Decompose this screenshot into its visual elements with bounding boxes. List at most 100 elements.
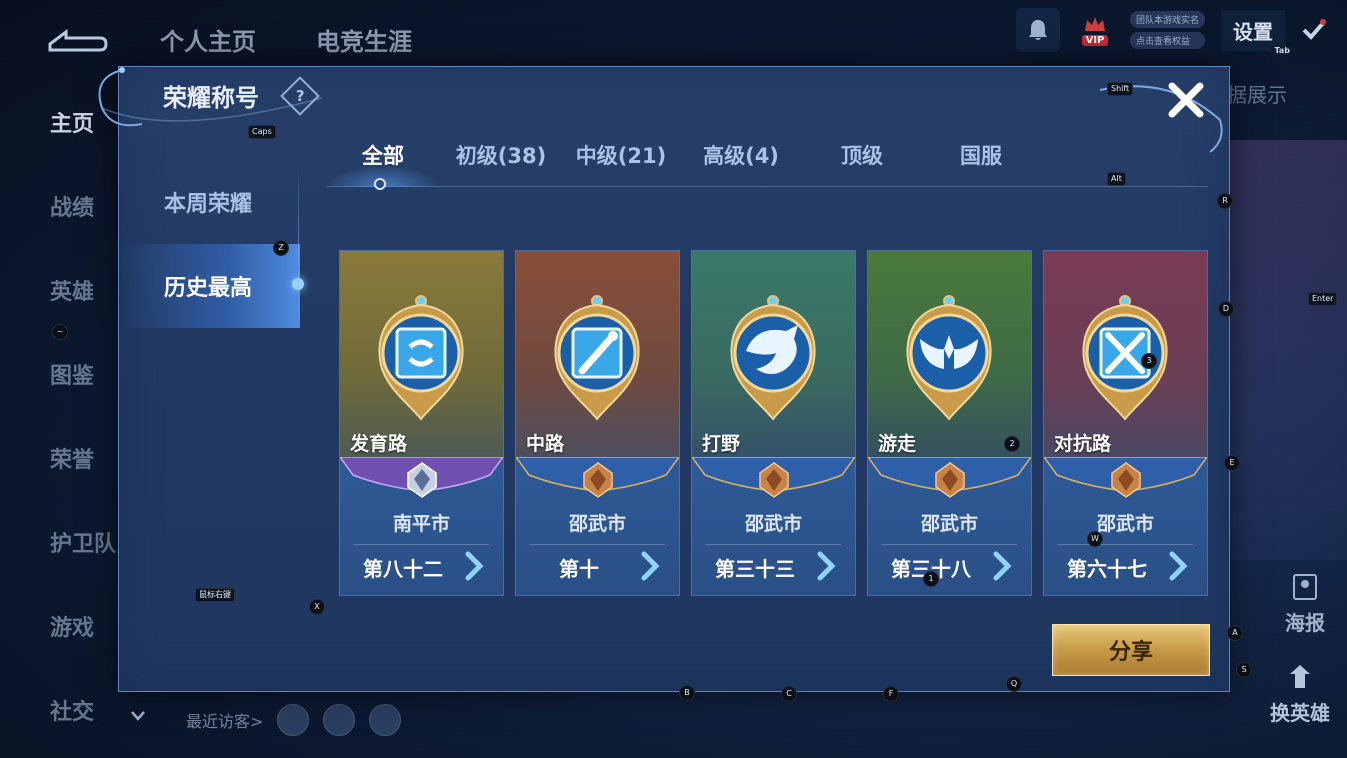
card-rank: 第十 [559,557,599,581]
key-hint-s: S [1236,662,1252,678]
dragon-icon [730,295,816,421]
top-right-toolbar: VIP 团队本游戏实名 点击查看权益 设置 Tab [1015,8,1327,55]
divider [1058,544,1193,545]
share-button[interactable]: 分享 [1052,624,1210,676]
honor-cards: 发育路 南平市 第八十二 中路 邵武市 第十 打野 邵武市 第三十三 游走 邵武… [339,250,1208,596]
key-hint-2: 2 [1004,436,1020,452]
category-history-best[interactable]: 历史最高 [120,244,304,328]
divider [706,544,841,545]
key-hint-a: A [1227,625,1243,641]
key-hint-b: B [679,685,695,701]
visitor-avatar[interactable] [369,704,402,736]
tab-label: 全部 [362,144,404,168]
switch-hero-label: 换英雄 [1270,701,1330,725]
tab-advanced[interactable]: 高级(4) [680,140,802,186]
card-city: 邵武市 [744,513,802,535]
key-hint-w: W [1087,531,1103,547]
recent-visitors-link[interactable]: 最近访客> [186,708,263,732]
tab-top[interactable]: 顶级 [802,140,922,186]
key-hint-r: R [1217,193,1233,209]
poster-icon [1293,574,1317,600]
ribbon-blue [692,457,855,498]
key-hint-q: Q [1006,676,1022,692]
bell-icon [1028,20,1047,40]
back-arrow-icon[interactable] [40,24,110,56]
card-city: 邵武市 [920,513,978,535]
poster-label: 海报 [1285,611,1325,635]
key-hint-z: Z [273,240,289,256]
honor-card[interactable]: 打野 邵武市 第三十三 [691,250,856,596]
card-lane: 游走 [878,433,917,455]
visitor-avatar[interactable] [323,704,356,736]
tab-label: 国服 [960,144,1002,168]
card-city: 邵武市 [568,513,626,535]
mage-icon [554,295,640,421]
vip-badge[interactable]: VIP [1076,8,1114,52]
key-hint-tilde: ~ [52,324,68,340]
chevron-right-icon[interactable] [1168,551,1190,581]
card-lane: 发育路 [350,433,408,455]
card-lane: 对抗路 [1054,433,1112,455]
poster-button[interactable]: 海报 [1275,572,1335,636]
honor-card[interactable]: 中路 邵武市 第十 [515,250,680,596]
recent-visitors: 最近访客> [186,704,402,736]
chevron-right-icon[interactable] [816,551,838,581]
chevron-right-icon[interactable] [992,551,1014,581]
visitor-avatar[interactable] [277,704,310,736]
key-hint-alt: Alt [1107,172,1126,186]
data-display-label: 据展示 [1227,83,1287,107]
key-hint-shift: Shift [1107,82,1134,96]
marksman-icon [378,295,464,421]
key-hint-enter: Enter [1308,292,1338,306]
crown-icon [1084,16,1105,31]
chevron-down-icon[interactable] [130,710,146,722]
background-top-nav: 个人主页 电竞生涯 [160,22,412,58]
card-rank: 第三十三 [715,557,795,581]
tier-tabs: 全部 初级(38) 中级(21) 高级(4) 顶级 国服 [326,140,1208,190]
tab-label: 初级(38) [455,144,547,168]
wings-icon [906,295,992,421]
key-hint-mouse: 鼠标右键 [195,588,235,602]
card-lane: 中路 [526,433,565,455]
honor-card[interactable]: 游走 邵武市 第三十八 [867,250,1032,596]
chevron-right-icon[interactable] [640,551,662,581]
chevron-right-icon[interactable] [464,551,486,581]
notification-button[interactable] [1015,8,1060,52]
card-city: 邵武市 [1096,513,1154,535]
vip-info[interactable]: 团队本游戏实名 点击查看权益 [1129,11,1205,49]
tab-all[interactable]: 全部 [326,140,440,190]
ribbon-blue [868,457,1031,498]
card-rank: 第六十七 [1067,557,1147,581]
tab-label: 高级(4) [703,144,779,168]
vip-line: 团队本游戏实名 [1129,11,1205,28]
divider [882,544,1017,545]
category-this-week[interactable]: 本周荣耀 [120,160,300,244]
honor-card[interactable]: 发育路 南平市 第八十二 [339,250,504,596]
divider [354,544,489,545]
settings-button[interactable]: 设置 Tab [1221,9,1293,55]
ribbon-blue [1044,457,1207,498]
key-hint-1: 1 [923,571,939,587]
key-hint-x: X [309,599,325,615]
tab-intermediate[interactable]: 中级(21) [562,140,680,186]
vip-label: VIP [1081,34,1109,46]
tab-national[interactable]: 国服 [922,140,1040,186]
ribbon-purple [340,457,503,498]
honor-card[interactable]: 对抗路 邵武市 第六十七 [1043,250,1208,596]
tab-personal-home[interactable]: 个人主页 [160,22,256,58]
close-icon [1168,82,1204,118]
tab-label: 顶级 [841,144,883,168]
tab-esports-career[interactable]: 电竞生涯 [316,22,412,58]
switch-hero-button[interactable]: 换英雄 [1265,662,1335,726]
key-hint-3: 3 [1141,353,1157,369]
hero-swap-icon [1290,665,1310,688]
tab-beginner[interactable]: 初级(38) [440,140,562,186]
crossed-swords-icon [1082,295,1168,421]
checkmark-icon[interactable] [1301,17,1327,43]
card-city: 南平市 [392,513,450,535]
key-hint-d: D [1218,301,1234,317]
card-rank: 第八十二 [363,557,443,581]
vip-line: 点击查看权益 [1129,32,1205,49]
ribbon-blue [516,457,679,498]
close-button[interactable] [1164,78,1208,122]
